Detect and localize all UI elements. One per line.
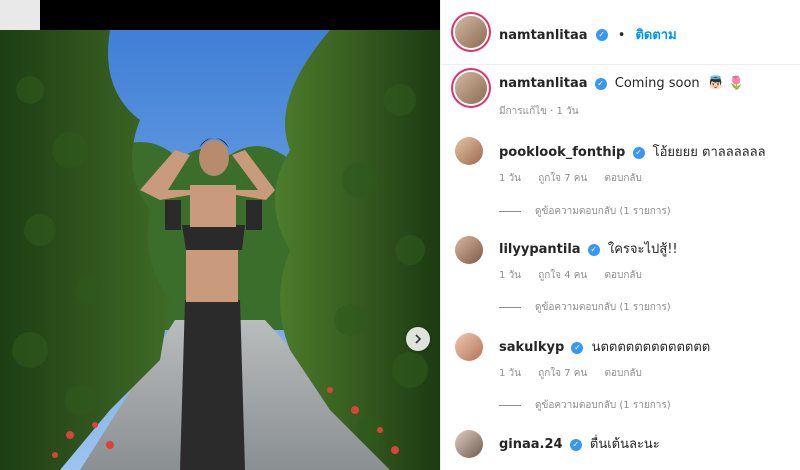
post-header: namtanlitaa ✓ • ติดตาม bbox=[441, 0, 800, 65]
post-photo-illustration bbox=[0, 30, 440, 470]
browser-edge bbox=[0, 0, 40, 30]
verified-badge-icon: ✓ bbox=[587, 243, 600, 256]
reply-button[interactable]: ตอบกลับ bbox=[604, 173, 641, 184]
caption-text: Coming soon bbox=[614, 76, 700, 91]
next-photo-button[interactable] bbox=[406, 327, 430, 351]
comment-username[interactable]: pooklook_fonthip bbox=[499, 145, 625, 160]
comment-likes[interactable]: ถูกใจ 4 คน bbox=[538, 270, 587, 281]
comment-meta: 1 วัน ถูกใจ 7 คน ตอบกลับ bbox=[499, 366, 656, 381]
commenter-avatar[interactable] bbox=[455, 333, 483, 361]
comment-time: 1 วัน bbox=[499, 270, 521, 281]
comment-likes[interactable]: ถูกใจ 7 คน bbox=[538, 368, 587, 379]
comment-time: 1 วัน bbox=[499, 368, 521, 379]
comment-line: sakulkyp ✓ นตตตตตตตตตตตตต bbox=[499, 336, 710, 357]
caption-author-avatar[interactable] bbox=[455, 72, 487, 104]
verified-badge-icon: ✓ bbox=[632, 146, 645, 159]
comment-text: นตตตตตตตตตตตตต bbox=[591, 340, 711, 355]
comment-username[interactable]: lilyypantila bbox=[499, 242, 581, 257]
follow-button[interactable]: ติดตาม bbox=[635, 28, 676, 43]
view-replies-label: ดูข้อความตอบกลับ (1 รายการ) bbox=[535, 206, 671, 217]
view-replies-button[interactable]: ดูข้อความตอบกลับ (1 รายการ) bbox=[499, 300, 671, 315]
caption-line: namtanlitaa ✓ Coming soon 👼🏻 🌷 bbox=[499, 76, 744, 91]
comment-meta: 1 วัน ถูกใจ 7 คน ตอบกลับ bbox=[499, 171, 656, 186]
verified-badge-icon: ✓ bbox=[595, 28, 608, 41]
view-replies-label: ดูข้อความตอบกลับ (1 รายการ) bbox=[535, 302, 671, 313]
reply-button[interactable]: ตอบกลับ bbox=[604, 270, 641, 281]
chevron-right-icon bbox=[415, 334, 422, 344]
view-replies-button[interactable]: ดูข้อความตอบกลับ (1 รายการ) bbox=[499, 204, 671, 219]
reply-button[interactable]: ตอบกลับ bbox=[604, 368, 641, 379]
commenter-avatar[interactable] bbox=[455, 137, 483, 165]
comment-text: โอ้ยยยย ตาลลลลลล bbox=[652, 145, 766, 160]
view-replies-label: ดูข้อความตอบกลับ (1 รายการ) bbox=[535, 400, 671, 411]
comment-meta: 1 วัน ถูกใจ 4 คน ตอบกลับ bbox=[499, 268, 656, 283]
author-avatar[interactable] bbox=[455, 16, 487, 48]
verified-badge-icon: ✓ bbox=[571, 341, 584, 354]
comment-line: ginaa.24 ✓ ตื่นเต้นละนะ bbox=[499, 433, 660, 454]
post-top-strip bbox=[0, 0, 440, 30]
verified-badge-icon: ✓ bbox=[569, 438, 582, 451]
comment-username[interactable]: sakulkyp bbox=[499, 340, 564, 355]
caption-emoji: 👼🏻 🌷 bbox=[707, 76, 745, 91]
view-replies-button[interactable]: ดูข้อความตอบกลับ (1 รายการ) bbox=[499, 398, 671, 413]
caption-meta: มีการแก้ไข · 1 วัน bbox=[499, 106, 579, 117]
verified-badge-icon: ✓ bbox=[594, 77, 607, 90]
author-username[interactable]: namtanlitaa bbox=[499, 28, 588, 43]
comment-likes[interactable]: ถูกใจ 7 คน bbox=[538, 173, 587, 184]
post-image[interactable] bbox=[0, 30, 440, 470]
comment-text: ตื่นเต้นละนะ bbox=[589, 437, 660, 452]
comment-line: pooklook_fonthip ✓ โอ้ยยยย ตาลลลลลล bbox=[499, 141, 766, 162]
replies-divider bbox=[499, 306, 521, 308]
commenter-avatar[interactable] bbox=[455, 430, 483, 458]
author-line: namtanlitaa ✓ • ติดตาม bbox=[499, 24, 677, 45]
comment-text: ใครจะไปสู้!! bbox=[607, 242, 678, 257]
commenter-avatar[interactable] bbox=[455, 236, 483, 264]
comment-username[interactable]: ginaa.24 bbox=[499, 437, 563, 452]
replies-divider bbox=[499, 404, 521, 406]
comment-line: lilyypantila ✓ ใครจะไปสู้!! bbox=[499, 238, 678, 259]
comment-time: 1 วัน bbox=[499, 173, 521, 184]
separator-dot: • bbox=[617, 28, 626, 43]
replies-divider bbox=[499, 210, 521, 212]
post-side-panel: namtanlitaa ✓ • ติดตาม namtanlitaa ✓ Com… bbox=[440, 0, 800, 470]
caption-username[interactable]: namtanlitaa bbox=[499, 76, 588, 91]
